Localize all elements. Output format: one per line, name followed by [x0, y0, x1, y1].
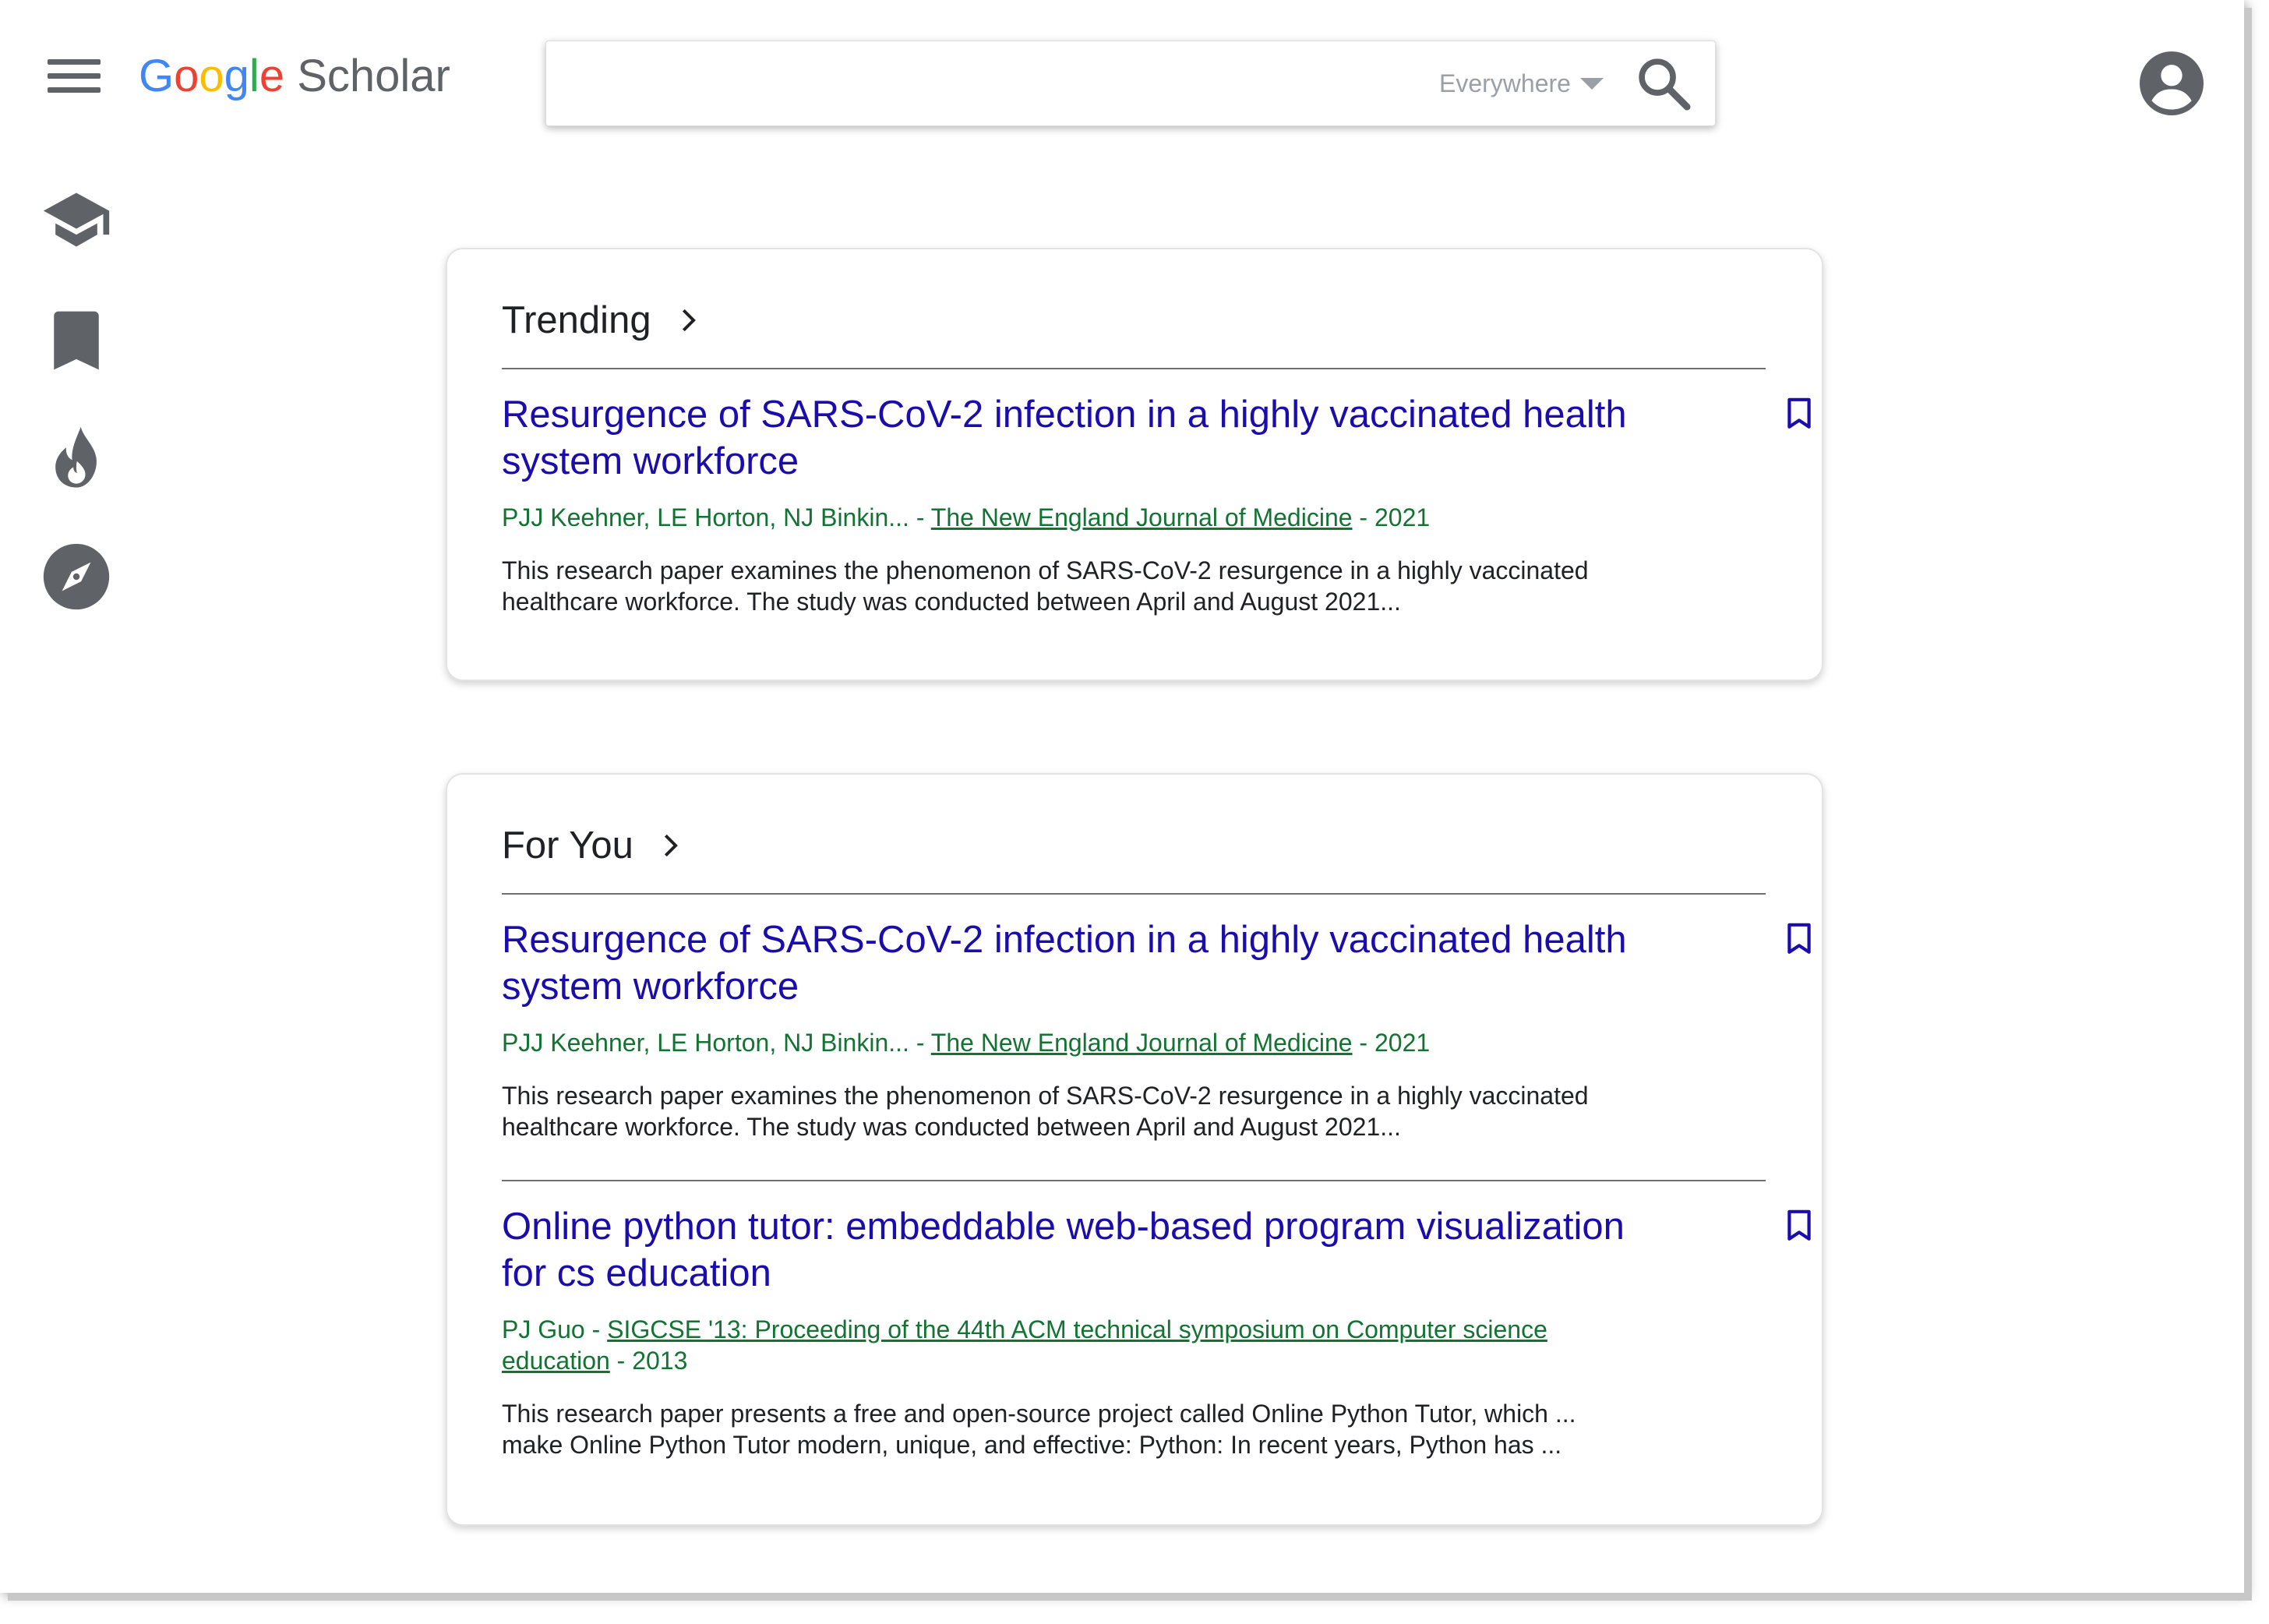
account-circle-icon[interactable]	[2140, 51, 2204, 115]
search-input[interactable]	[565, 57, 1347, 111]
for-you-header[interactable]: For You	[502, 818, 683, 873]
search-bar: Everywhere	[545, 41, 1716, 126]
caret-down-icon	[1579, 77, 1604, 90]
google-scholar-logo[interactable]: Google Scholar	[139, 45, 450, 108]
divider	[502, 1180, 1766, 1181]
compass-icon[interactable]	[41, 541, 112, 613]
bookmark-outline-icon[interactable]	[1786, 923, 1812, 955]
meta-separator: -	[909, 1029, 931, 1057]
chevron-right-icon	[682, 309, 696, 332]
for-you-section: For You Resurgence of SARS-CoV-2 infecti…	[446, 773, 1823, 1526]
graduation-cap-icon[interactable]	[41, 184, 112, 256]
search-scope-label: Everywhere	[1439, 69, 1571, 97]
page: Google Scholar Everywhere Trending Resur…	[0, 0, 2244, 1593]
meta-separator: -	[609, 1347, 633, 1375]
result-snippet: This research paper examines the phenome…	[502, 556, 1589, 616]
result-venue-link[interactable]: The New England Journal of Medicine	[931, 503, 1353, 531]
result-meta: PJJ Keehner, LE Horton, NJ Binkin... - T…	[502, 502, 1608, 533]
result-venue-link[interactable]: The New England Journal of Medicine	[931, 1029, 1353, 1057]
bookmark-outline-icon[interactable]	[1786, 397, 1812, 430]
result-authors: PJ Guo	[502, 1315, 585, 1343]
search-scope-dropdown[interactable]: Everywhere	[1439, 65, 1604, 102]
result-year: 2021	[1374, 503, 1431, 531]
section-title: For You	[502, 824, 633, 867]
result-snippet: This research paper presents a free and …	[502, 1400, 1576, 1459]
meta-separator: -	[584, 1315, 608, 1343]
trending-section: Trending Resurgence of SARS-CoV-2 infect…	[446, 248, 1823, 681]
trending-header[interactable]: Trending	[502, 293, 701, 348]
flame-icon[interactable]	[41, 422, 112, 494]
result-authors: PJJ Keehner, LE Horton, NJ Binkin...	[502, 503, 909, 531]
result-item: Resurgence of SARS-CoV-2 infection in a …	[502, 391, 1811, 617]
result-title-link[interactable]: Resurgence of SARS-CoV-2 infection in a …	[502, 391, 1639, 485]
meta-separator: -	[1352, 1029, 1374, 1057]
result-item: Online python tutor: embeddable web-base…	[502, 1203, 1811, 1460]
hamburger-menu-icon[interactable]	[45, 56, 103, 95]
result-meta: PJJ Keehner, LE Horton, NJ Binkin... - T…	[502, 1027, 1608, 1058]
result-snippet: This research paper examines the phenome…	[502, 1082, 1589, 1141]
section-title: Trending	[502, 299, 651, 341]
chevron-right-icon	[664, 834, 678, 857]
bookmark-icon[interactable]	[41, 304, 112, 376]
result-meta: PJ Guo - SIGCSE '13: Proceeding of the 4…	[502, 1314, 1608, 1376]
result-year: 2013	[632, 1347, 688, 1375]
divider	[502, 893, 1766, 895]
search-icon[interactable]	[1634, 54, 1693, 113]
result-item: Resurgence of SARS-CoV-2 infection in a …	[502, 916, 1811, 1142]
result-title-link[interactable]: Online python tutor: embeddable web-base…	[502, 1203, 1639, 1297]
logo-scholar: Scholar	[297, 51, 450, 101]
meta-separator: -	[1352, 503, 1374, 531]
bookmark-outline-icon[interactable]	[1786, 1209, 1812, 1242]
result-title-link[interactable]: Resurgence of SARS-CoV-2 infection in a …	[502, 916, 1639, 1010]
divider	[502, 368, 1766, 369]
result-authors: PJJ Keehner, LE Horton, NJ Binkin...	[502, 1029, 909, 1057]
meta-separator: -	[909, 503, 931, 531]
logo-google: Google	[139, 51, 285, 101]
result-year: 2021	[1374, 1029, 1431, 1057]
